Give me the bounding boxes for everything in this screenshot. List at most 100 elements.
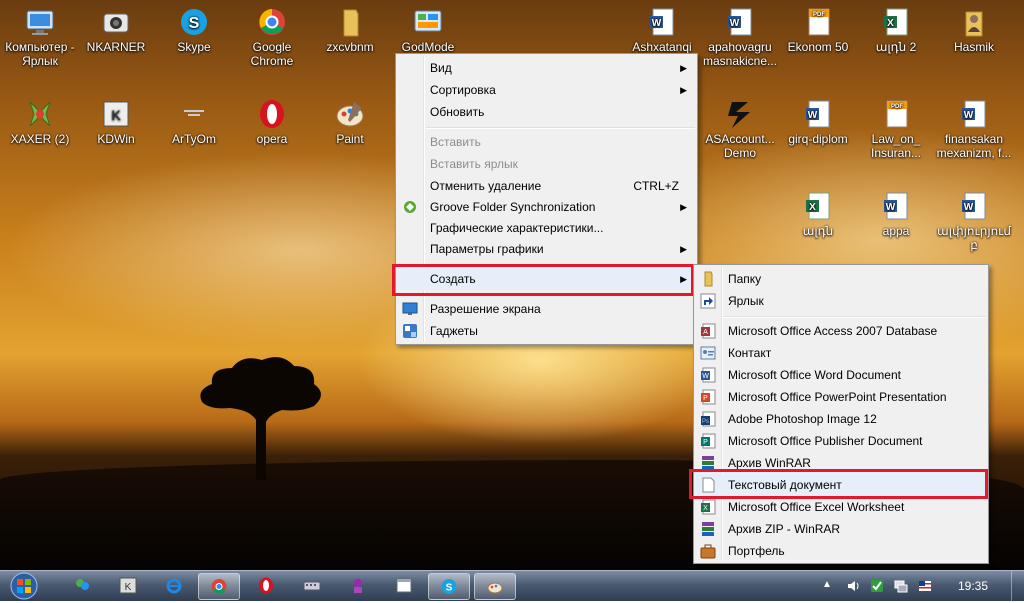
desktop-icon-label: Google Chrome	[250, 40, 294, 68]
menu-item-screen-resolution[interactable]: Разрешение экрана	[398, 298, 695, 320]
desktop-icon-apahovagru[interactable]: W apahovagru masnakicne...	[700, 6, 780, 68]
desktop-icon-artyom[interactable]: ArTyOm	[154, 98, 234, 146]
desktop-icon-nkarner[interactable]: NKARNER	[76, 6, 156, 54]
clock[interactable]: 19:35	[958, 579, 988, 593]
submenu-item-photoshop[interactable]: Ps Adobe Photoshop Image 12	[696, 408, 986, 430]
submenu-item-powerpoint[interactable]: P Microsoft Office PowerPoint Presentati…	[696, 386, 986, 408]
desktop-icon-excel[interactable]: X ալդն	[778, 190, 858, 238]
menu-item-label: Графические характеристики...	[430, 221, 604, 235]
submenu-item-folder[interactable]: Папку	[696, 268, 986, 290]
kdwin-icon: K	[100, 98, 132, 130]
submenu-item-excel[interactable]: X Microsoft Office Excel Worksheet	[696, 496, 986, 518]
show-hidden-icons-arrow[interactable]: ▲	[822, 579, 836, 593]
opera-icon	[259, 577, 273, 594]
volume-icon[interactable]	[846, 579, 860, 593]
menu-separator	[724, 316, 986, 318]
desktop-icon-skype[interactable]: S Skype	[154, 6, 234, 54]
highlight-box-create	[392, 264, 694, 296]
submenu-item-word[interactable]: W Microsoft Office Word Document	[696, 364, 986, 386]
taskbar-chrome[interactable]	[198, 573, 240, 600]
menu-item-label: Ярлык	[728, 294, 764, 308]
desktop-icon-label: appa	[882, 224, 910, 238]
menu-item-gadgets[interactable]: Гаджеты	[398, 320, 695, 342]
desktop-icon-opera[interactable]: opera	[232, 98, 312, 146]
menu-item-sort[interactable]: Сортировка ▶	[398, 79, 695, 101]
desktop-icon-kdwin[interactable]: K KDWin	[76, 98, 156, 146]
desktop-icon-label: XAXER (2)	[10, 132, 70, 146]
desktop-icon-xaxer[interactable]: XAXER (2)	[0, 98, 80, 146]
desktop-icon-ashxatanqi[interactable]: W Ashxatanqi	[622, 6, 702, 54]
submenu-item-zip[interactable]: Архив ZIP - WinRAR	[696, 518, 986, 540]
desktop-icon-computer[interactable]: Компьютер - Ярлык	[0, 6, 80, 68]
taskbar-game[interactable]	[338, 573, 378, 598]
desktop-icon-zxcvbnm[interactable]: zxcvbnm	[310, 6, 390, 54]
taskbar-opera[interactable]	[246, 573, 286, 598]
show-desktop-button[interactable]	[1011, 571, 1024, 601]
desktop-icon-hasmik[interactable]: Hasmik	[934, 6, 1014, 54]
desktop-icon-label: opera	[256, 132, 288, 146]
menu-item-graphics-properties[interactable]: Графические характеристики...	[398, 217, 695, 239]
taskbar-keyboard[interactable]	[292, 573, 332, 598]
shortcut-icon	[178, 98, 210, 130]
desktop-icon-law-on-insurance[interactable]: PDF Law_on_ Insuran...	[856, 98, 936, 160]
submenu-arrow-icon: ▶	[680, 202, 687, 212]
desktop-icon-label: ալդն	[802, 224, 834, 238]
desktop-icon-asaccount[interactable]: ASAccount... Demo	[700, 98, 780, 160]
desktop-icon-ekonom[interactable]: PDF Ekonom 50	[778, 6, 858, 54]
desktop-icon-label: zxcvbnm	[326, 40, 374, 54]
taskbar-explorer-window[interactable]	[384, 573, 424, 598]
excel-icon: X	[700, 499, 716, 515]
menu-item-label: Разрешение экрана	[430, 302, 541, 316]
desktop-icon-finansakan[interactable]: W finansakan mexanizm, f...	[934, 98, 1014, 160]
flag-icon[interactable]	[918, 579, 932, 593]
taskbar-paint-window[interactable]	[474, 573, 516, 600]
control-panel-icon	[412, 6, 444, 38]
menu-item-label: Папку	[728, 272, 762, 286]
menu-item-paste-shortcut: Вставить ярлык	[398, 153, 695, 175]
desktop-icon-godmode[interactable]: GodMode	[388, 6, 468, 54]
menu-item-groove[interactable]: Groove Folder Synchronization ▶	[398, 196, 695, 218]
desktop-icon-girq-diplom[interactable]: W girq-diplom	[778, 98, 858, 146]
update-check-icon[interactable]	[870, 579, 884, 593]
menu-item-label: Вставить ярлык	[430, 157, 518, 171]
desktop-icon-label: finansakan mexanizm, f...	[936, 132, 1012, 160]
svg-text:W: W	[808, 110, 818, 121]
taskbar-skype[interactable]: S	[428, 573, 470, 600]
desktop-icon-paint[interactable]: Paint	[310, 98, 390, 146]
desktop-icon-label: Skype	[177, 40, 211, 54]
desktop-icon-label: Ashxatanqi	[632, 40, 692, 54]
opera-icon	[256, 98, 288, 130]
desktop-icon-appa[interactable]: W appa	[856, 190, 936, 238]
desktop-icon-armenian-doc[interactable]: W ալփյուրյումբ	[934, 190, 1014, 252]
start-button[interactable]	[4, 572, 44, 600]
shortcut-icon	[700, 293, 716, 309]
svg-text:X: X	[887, 18, 894, 29]
menu-item-graphics-options[interactable]: Параметры графики ▶	[398, 238, 695, 260]
menu-item-label: Портфель	[728, 544, 785, 558]
svg-text:X: X	[703, 505, 708, 512]
desktop-icon-excel-2[interactable]: X ալդն 2	[856, 6, 936, 54]
menu-item-label: Вставить	[430, 135, 481, 149]
taskbar-kdwin[interactable]: K	[108, 573, 148, 598]
folder-icon	[334, 6, 366, 38]
menu-item-view[interactable]: Вид ▶	[398, 57, 695, 79]
taskbar-messenger[interactable]	[62, 573, 102, 598]
desktop-icon-chrome[interactable]: Google Chrome	[232, 6, 312, 68]
messenger-icon	[76, 579, 89, 590]
svg-text:K: K	[125, 582, 132, 593]
powerpoint-icon: P	[700, 389, 716, 405]
submenu-item-shortcut[interactable]: Ярлык	[696, 290, 986, 312]
submenu-item-contact[interactable]: Контакт	[696, 342, 986, 364]
svg-text:PDF: PDF	[891, 104, 903, 110]
svg-text:A: A	[703, 329, 708, 336]
submenu-item-publisher[interactable]: P Microsoft Office Publisher Document	[696, 430, 986, 452]
svg-text:Ps: Ps	[702, 419, 709, 425]
taskbar-internet-explorer[interactable]	[154, 573, 194, 598]
desktop-icon-label: girq-diplom	[788, 132, 848, 146]
submenu-item-access[interactable]: A Microsoft Office Access 2007 Database	[696, 320, 986, 342]
menu-item-label: Архив ZIP - WinRAR	[728, 522, 841, 536]
menu-item-undo-delete[interactable]: Отменить удаление CTRL+Z	[398, 175, 695, 197]
submenu-item-briefcase[interactable]: Портфель	[696, 540, 986, 562]
menu-item-refresh[interactable]: Обновить	[398, 101, 695, 123]
network-icon[interactable]	[894, 579, 908, 593]
